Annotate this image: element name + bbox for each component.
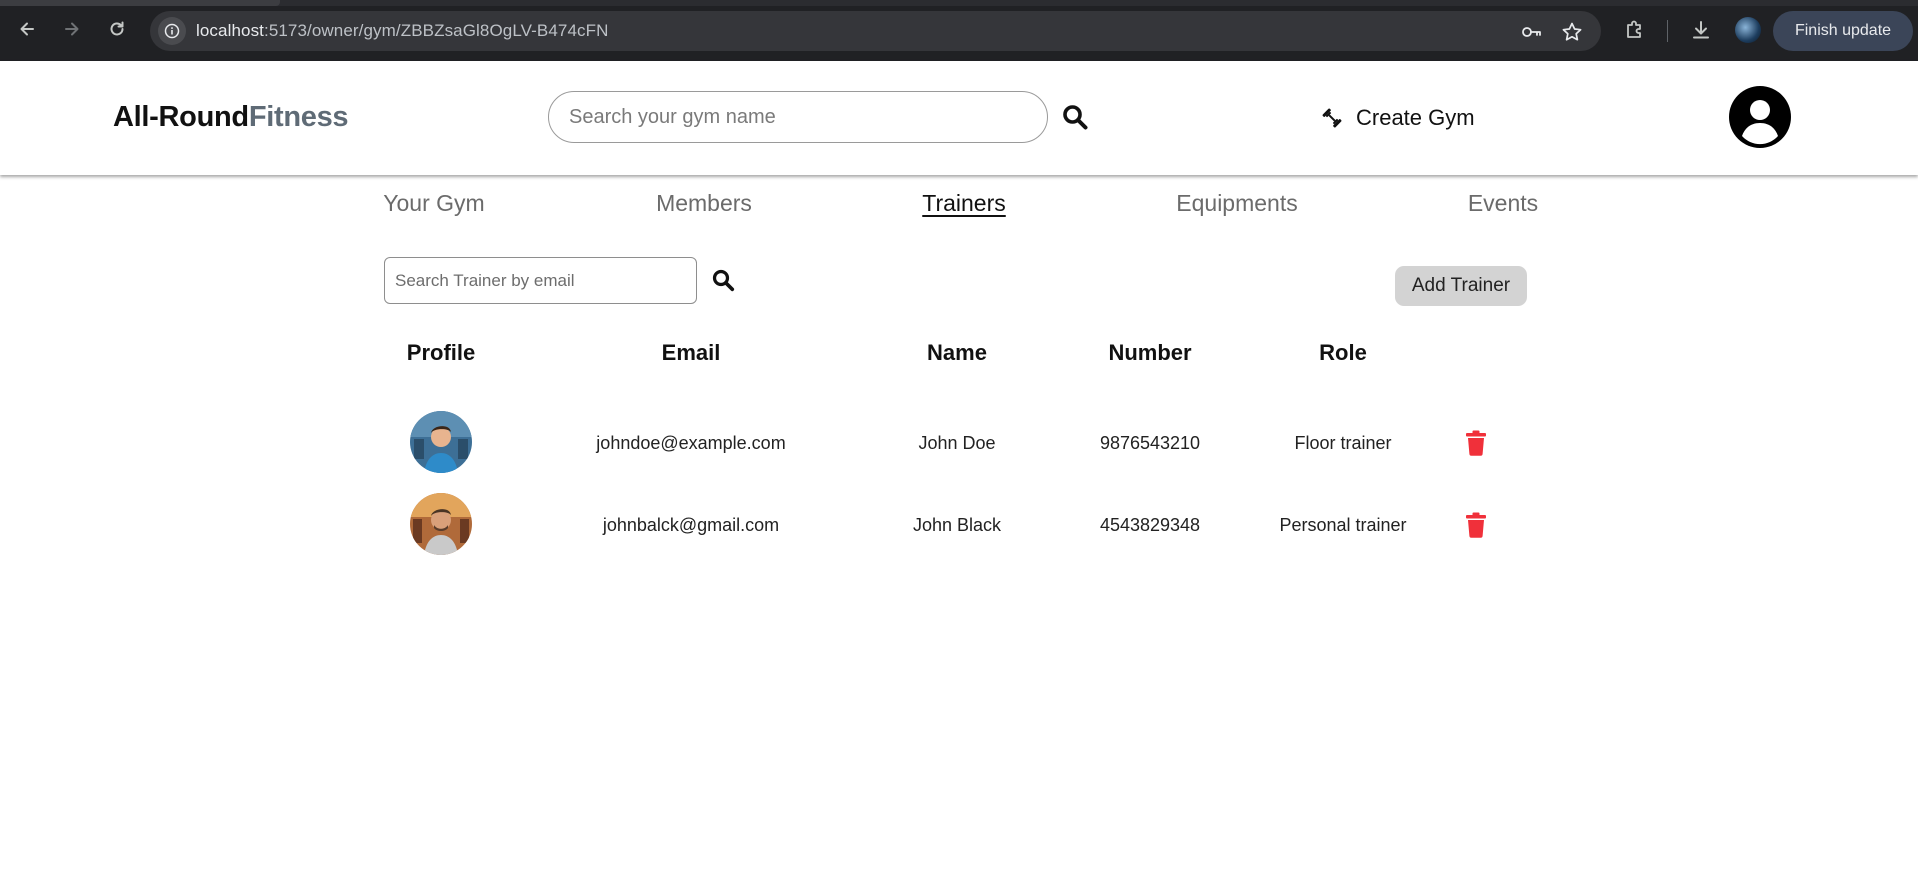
- reload-icon[interactable]: [104, 16, 130, 42]
- column-header-email: Email: [661, 340, 721, 365]
- url-host: localhost: [196, 21, 264, 40]
- star-icon[interactable]: [1561, 21, 1583, 43]
- trash-icon[interactable]: [1465, 430, 1487, 456]
- column-header-role: Role: [1319, 340, 1367, 365]
- column-header-profile: Profile: [406, 340, 476, 365]
- logo[interactable]: All-RoundFitness: [113, 101, 349, 134]
- key-icon[interactable]: [1520, 21, 1542, 43]
- puzzle-icon[interactable]: [1623, 18, 1647, 42]
- trainer-avatar: [410, 411, 472, 473]
- url-text: localhost:5173/owner/gym/ZBBZsaGl8OgLV-B…: [196, 21, 608, 41]
- tab-your-gym[interactable]: Your Gym: [383, 190, 484, 217]
- trainer-role: Personal trainer: [1279, 515, 1407, 535]
- arrow-right-icon[interactable]: [59, 16, 85, 42]
- finish-update-button[interactable]: Finish update: [1773, 11, 1913, 51]
- create-gym-label: Create Gym: [1356, 105, 1475, 130]
- trainer-name: John Doe: [918, 433, 996, 453]
- download-icon[interactable]: [1689, 18, 1713, 42]
- column-header-name: Name: [927, 340, 987, 365]
- table-row: johndoe@example.com John Doe 9876543210 …: [0, 411, 1918, 475]
- logo-accent-text: Fitness: [248, 101, 349, 133]
- user-circle-icon[interactable]: [1729, 86, 1791, 148]
- trainer-number: 4543829348: [1099, 515, 1201, 535]
- dumbbell-icon: [1322, 108, 1342, 128]
- create-gym-button[interactable]: Create Gym: [1320, 103, 1475, 133]
- tab-equipments[interactable]: Equipments: [1176, 190, 1297, 217]
- browser-profile-avatar[interactable]: [1735, 17, 1761, 43]
- address-bar[interactable]: localhost:5173/owner/gym/ZBBZsaGl8OgLV-B…: [150, 11, 1601, 51]
- browser-toolbar: localhost:5173/owner/gym/ZBBZsaGl8OgLV-B…: [0, 0, 1918, 61]
- search-icon[interactable]: [1061, 103, 1089, 131]
- toolbar-divider: [1667, 20, 1668, 42]
- arrow-left-icon[interactable]: [14, 16, 40, 42]
- search-icon[interactable]: [711, 268, 735, 292]
- add-trainer-button[interactable]: Add Trainer: [1395, 266, 1527, 306]
- trainer-avatar: [410, 493, 472, 555]
- logo-primary-text: All-Round: [113, 101, 249, 133]
- trainer-search-input[interactable]: [384, 257, 697, 304]
- trainer-role: Floor trainer: [1294, 433, 1392, 453]
- tab-strip: [0, 0, 1918, 6]
- tab-trainers[interactable]: Trainers: [922, 190, 1006, 217]
- url-path: :5173/owner/gym/ZBBZsaGl8OgLV-B474cFN: [264, 21, 609, 40]
- gym-search-input[interactable]: [548, 91, 1048, 143]
- active-tab-edge: [0, 0, 280, 6]
- site-info-icon[interactable]: [158, 17, 186, 45]
- tab-members[interactable]: Members: [656, 190, 752, 217]
- app-header: All-RoundFitness Create Gym: [0, 61, 1918, 175]
- trainer-number: 9876543210: [1099, 433, 1201, 453]
- table-row: johnbalck@gmail.com John Black 454382934…: [0, 493, 1918, 557]
- gym-tabs: Your Gym Members Trainers Equipments Eve…: [0, 190, 1918, 222]
- trainer-email: johnbalck@gmail.com: [602, 515, 780, 535]
- trash-icon[interactable]: [1465, 512, 1487, 538]
- tab-events[interactable]: Events: [1468, 190, 1538, 217]
- trainer-name: John Black: [912, 515, 1002, 535]
- trainer-email: johndoe@example.com: [596, 433, 786, 453]
- column-header-number: Number: [1108, 340, 1192, 365]
